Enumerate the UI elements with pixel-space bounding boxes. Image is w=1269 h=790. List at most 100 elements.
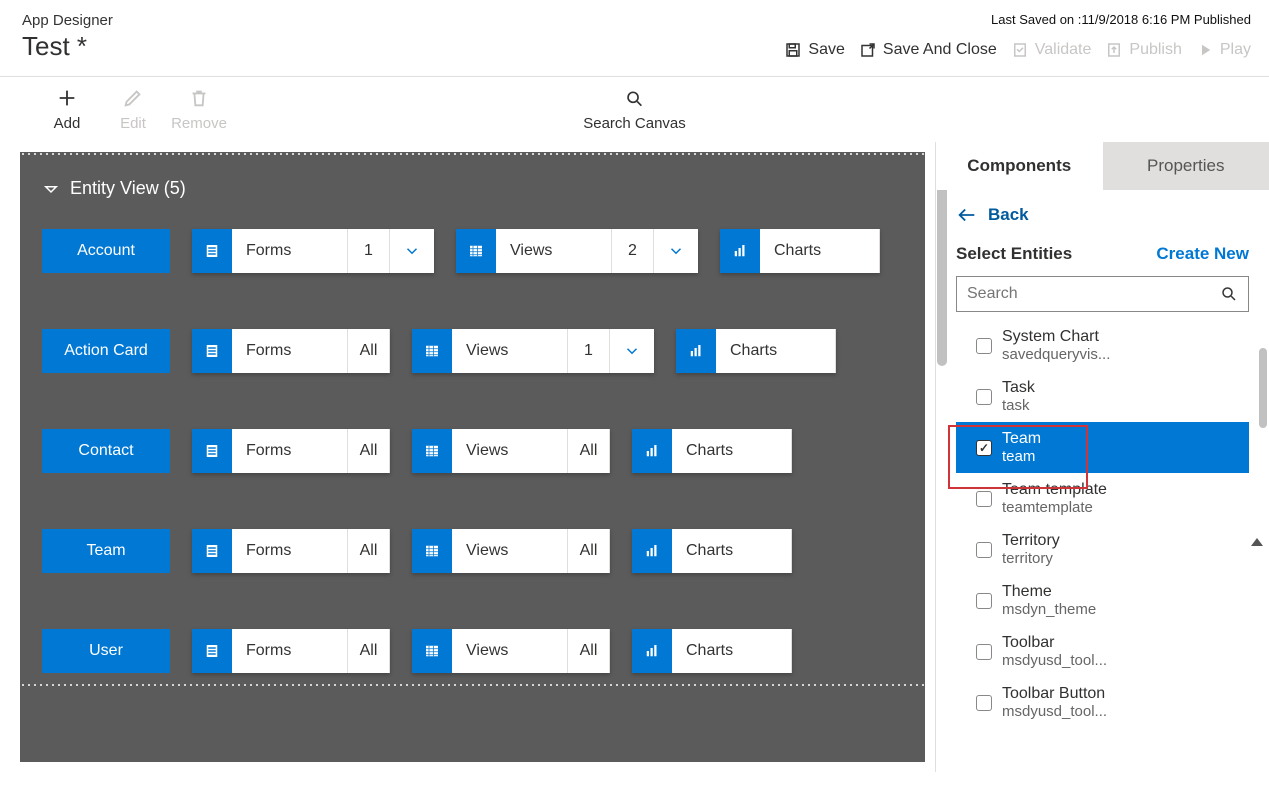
entity-checkbox[interactable] — [976, 491, 992, 507]
entity-row: User FormsAll ViewsAll Charts — [42, 629, 903, 673]
entity-list-item[interactable]: Team templateteamtemplate — [956, 473, 1249, 524]
charts-tile[interactable]: Charts — [632, 529, 792, 573]
entity-texts: System Chartsavedqueryvis... — [1002, 328, 1110, 363]
search-canvas-button[interactable]: Search Canvas — [583, 89, 686, 132]
forms-count: 1 — [348, 229, 390, 273]
entity-texts: Tasktask — [1002, 379, 1035, 414]
tab-properties[interactable]: Properties — [1103, 142, 1269, 190]
entity-checkbox[interactable] — [976, 644, 992, 660]
entity-texts: Toolbar Buttonmsdyusd_tool... — [1002, 685, 1107, 720]
play-button[interactable]: Play — [1196, 41, 1251, 59]
publish-button[interactable]: Publish — [1105, 41, 1181, 59]
plus-icon — [56, 87, 78, 109]
entity-checkbox[interactable] — [976, 695, 992, 711]
forms-tile[interactable]: FormsAll — [192, 329, 390, 373]
save-close-icon — [859, 41, 877, 59]
entity-name: Toolbar — [1002, 634, 1107, 652]
back-arrow-icon — [956, 204, 978, 226]
charts-icon — [632, 429, 672, 473]
app-subtitle: App Designer — [22, 12, 113, 29]
entity-checkbox[interactable] — [976, 338, 992, 354]
entity-search-input[interactable] — [967, 285, 1220, 303]
header: App Designer Test * Last Saved on :11/9/… — [0, 0, 1269, 77]
app-title: Test * — [22, 31, 113, 62]
views-tile[interactable]: Views2 — [456, 229, 698, 273]
views-tile[interactable]: ViewsAll — [412, 629, 610, 673]
list-scroll-up-icon[interactable] — [1251, 538, 1263, 546]
entity-schema: msdyusd_tool... — [1002, 703, 1107, 720]
charts-tile[interactable]: Charts — [632, 629, 792, 673]
entity-name: Theme — [1002, 583, 1096, 601]
back-link[interactable]: Back — [956, 204, 1249, 226]
design-canvas[interactable]: Entity View (5) AccountForms1Views2Chart… — [20, 152, 925, 762]
charts-tile[interactable]: Charts — [720, 229, 880, 273]
entity-view-header[interactable]: Entity View (5) — [42, 178, 903, 199]
add-label: Add — [54, 115, 81, 132]
entity-name-tile[interactable]: User — [42, 629, 170, 673]
entity-list-item[interactable]: Territoryterritory — [956, 524, 1249, 575]
entity-list-item[interactable]: Thememsdyn_theme — [956, 575, 1249, 626]
save-button[interactable]: Save — [784, 41, 844, 59]
forms-count: All — [348, 429, 390, 473]
forms-tile[interactable]: FormsAll — [192, 629, 390, 673]
entity-list-item[interactable]: Toolbar Buttonmsdyusd_tool... — [956, 677, 1249, 728]
forms-count: All — [348, 329, 390, 373]
views-tile[interactable]: ViewsAll — [412, 529, 610, 573]
forms-tile[interactable]: FormsAll — [192, 429, 390, 473]
entity-name-tile[interactable]: Contact — [42, 429, 170, 473]
entity-checkbox[interactable] — [976, 542, 992, 558]
save-icon — [784, 41, 802, 59]
entity-schema: territory — [1002, 550, 1060, 567]
views-count: 1 — [568, 329, 610, 373]
views-chevron[interactable] — [610, 329, 654, 373]
canvas-wrap: Entity View (5) AccountForms1Views2Chart… — [0, 142, 935, 772]
save-close-button[interactable]: Save And Close — [859, 41, 997, 59]
charts-icon — [676, 329, 716, 373]
entity-texts: Teamteam — [1002, 430, 1041, 465]
remove-button[interactable]: Remove — [166, 87, 232, 132]
forms-tile[interactable]: FormsAll — [192, 529, 390, 573]
forms-count: All — [348, 529, 390, 573]
entity-row: Account Forms1 Views2 Charts — [42, 229, 903, 273]
create-new-link[interactable]: Create New — [1156, 244, 1249, 264]
select-entities-header: Select Entities — [956, 244, 1072, 264]
entity-list-item[interactable]: Tasktask — [956, 371, 1249, 422]
charts-icon — [632, 629, 672, 673]
panel-scrollbar[interactable] — [1259, 348, 1267, 428]
forms-tile[interactable]: Forms1 — [192, 229, 434, 273]
last-saved-label: Last Saved on :11/9/2018 6:16 PM Publish… — [991, 12, 1251, 27]
entity-checkbox[interactable] — [976, 593, 992, 609]
toolbar: Add Edit Remove Search Canvas — [0, 77, 1269, 142]
views-count: All — [568, 529, 610, 573]
add-button[interactable]: Add — [34, 87, 100, 132]
views-tile[interactable]: ViewsAll — [412, 429, 610, 473]
forms-label: Forms — [232, 429, 348, 473]
entity-list-item[interactable]: Teamteam — [956, 422, 1249, 473]
entity-name-tile[interactable]: Team — [42, 529, 170, 573]
entity-list-item[interactable]: Toolbarmsdyusd_tool... — [956, 626, 1249, 677]
charts-label: Charts — [760, 229, 880, 273]
views-icon — [412, 429, 452, 473]
views-count: 2 — [612, 229, 654, 273]
charts-tile[interactable]: Charts — [632, 429, 792, 473]
edit-label: Edit — [120, 115, 146, 132]
entity-name-tile[interactable]: Account — [42, 229, 170, 273]
tab-components[interactable]: Components — [936, 142, 1103, 190]
entity-list-item[interactable]: System Chartsavedqueryvis... — [956, 320, 1249, 371]
forms-label: Forms — [232, 229, 348, 273]
charts-label: Charts — [672, 529, 792, 573]
charts-tile[interactable]: Charts — [676, 329, 836, 373]
views-tile[interactable]: Views1 — [412, 329, 654, 373]
views-chevron[interactable] — [654, 229, 698, 273]
entity-schema: team — [1002, 448, 1041, 465]
entity-checkbox[interactable] — [976, 389, 992, 405]
publish-label: Publish — [1129, 41, 1181, 59]
entity-texts: Territoryterritory — [1002, 532, 1060, 567]
entity-checkbox[interactable] — [976, 440, 992, 456]
entity-search-box[interactable] — [956, 276, 1249, 312]
forms-chevron[interactable] — [390, 229, 434, 273]
edit-button[interactable]: Edit — [100, 87, 166, 132]
entity-name-tile[interactable]: Action Card — [42, 329, 170, 373]
validate-button[interactable]: Validate — [1011, 41, 1092, 59]
forms-count: All — [348, 629, 390, 673]
